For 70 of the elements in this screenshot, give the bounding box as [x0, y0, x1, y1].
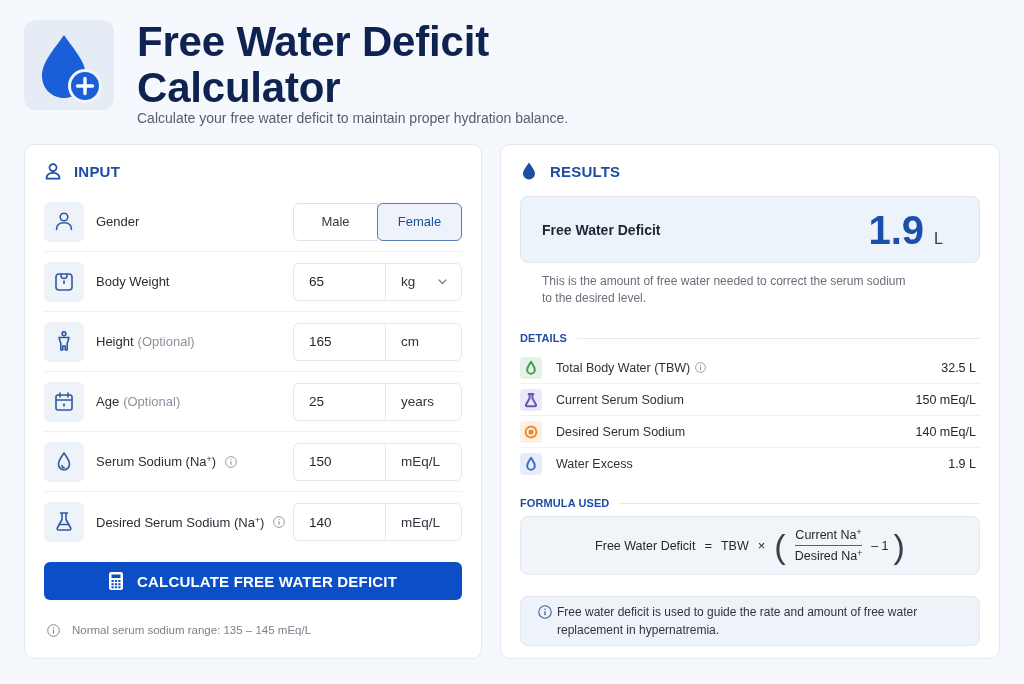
field-label: Gender: [96, 214, 140, 229]
detail-label: Current Serum Sodium: [556, 392, 684, 407]
info-icon[interactable]: [225, 455, 238, 468]
formula-operator: ×: [757, 538, 766, 553]
detail-value: 150 mEq/L: [915, 392, 977, 407]
optional-note: (Optional): [137, 334, 195, 349]
field-label: Age: [96, 394, 120, 409]
formula-numerator: Current Na$^{+}$: [795, 528, 862, 542]
droplet-icon: [44, 441, 84, 482]
formula-bracket: ): [893, 528, 905, 563]
field-label: Serum Sodium (Na$^{+}$): [96, 454, 217, 469]
number-field[interactable]: 65: [293, 262, 385, 301]
info-text: Free water deficit is used to guide the rate and amount of free water replacement in hypernatremia.: [557, 604, 919, 639]
unit-label: mEq/L: [385, 442, 462, 481]
sun-icon: [520, 420, 542, 443]
result-label: Free Water Deficit: [542, 221, 661, 238]
number-field[interactable]: 25: [293, 382, 385, 421]
section-title: RESULTS: [550, 162, 621, 180]
person-icon: [44, 201, 84, 242]
unit-label: mEq/L: [385, 503, 462, 541]
calculator-icon: [109, 572, 123, 590]
result-description: This is the amount of free water needed to correct the serum sodium to the desired level.: [541, 273, 907, 307]
formula-bracket: (: [774, 528, 786, 563]
info-icon[interactable]: [273, 516, 286, 528]
detail-value: 140 mEq/L: [915, 424, 977, 439]
unit-label: cm: [385, 322, 462, 361]
detail-label: Water Excess: [556, 457, 633, 471]
field-label: Body Weight: [96, 274, 170, 289]
field-label: Height: [96, 334, 134, 349]
calculate-button[interactable]: CALCULATE FREE WATER DEFICIT: [44, 562, 462, 600]
section-label: FORMULA USED: [520, 497, 610, 509]
formula-denominator: Desired Na$^{+}$: [794, 549, 863, 563]
number-field[interactable]: 165: [293, 322, 385, 361]
gender-option[interactable]: Female: [377, 202, 462, 241]
detail-label: Total Body Water (TBW): [556, 360, 691, 375]
unit-select[interactable]: kg: [385, 262, 462, 301]
section-label: DETAILS: [520, 332, 567, 344]
page-title: Free Water Deficit Calculator: [137, 19, 490, 111]
info-icon: [47, 623, 60, 637]
droplet-icon: [520, 356, 542, 379]
flask-icon: [44, 502, 84, 542]
formula-operator: =: [704, 538, 712, 553]
range-note: Normal serum sodium range: 135 – 145 mEq/L: [72, 624, 312, 636]
number-field[interactable]: 140: [293, 503, 385, 541]
formula-term: Free Water Deficit: [595, 538, 696, 553]
gender-option[interactable]: Male: [293, 202, 378, 241]
calendar-icon: [44, 381, 84, 422]
info-icon[interactable]: [695, 362, 707, 373]
number-field[interactable]: 150: [293, 442, 385, 481]
result-unit: L: [934, 229, 943, 248]
droplet-icon: [520, 453, 542, 475]
section-title: INPUT: [74, 162, 120, 180]
page-subtitle: Calculate your free water deficit to maintain proper hydration balance.: [137, 109, 569, 127]
scale-icon: [44, 261, 84, 302]
body-figure-icon: [44, 321, 84, 362]
result-value: 1.9: [868, 209, 925, 250]
formula-term: TBW: [720, 538, 749, 553]
formula-term: – 1: [871, 538, 889, 553]
optional-note: (Optional): [123, 394, 181, 409]
flask-icon: [520, 388, 542, 411]
detail-label: Desired Serum Sodium: [556, 424, 686, 439]
detail-value: 1.9 L: [948, 457, 977, 471]
unit-label: years: [385, 382, 462, 421]
droplet-icon: [522, 162, 536, 180]
field-label: Desired Serum Sodium (Na$^{+}$): [96, 514, 265, 530]
chevron-down-icon: [438, 278, 447, 285]
detail-value: 32.5 L: [941, 360, 977, 375]
logo-icon: [24, 20, 114, 110]
user-icon: [45, 162, 61, 180]
info-icon: [538, 605, 552, 619]
